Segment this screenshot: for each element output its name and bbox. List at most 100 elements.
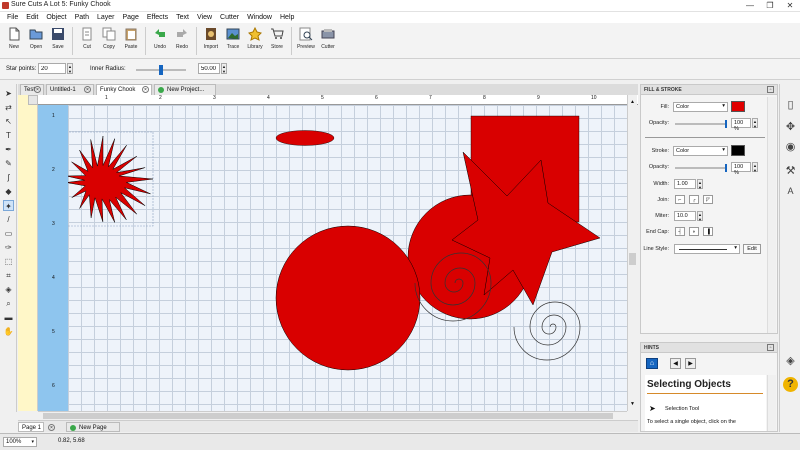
cap-square-icon[interactable]: ▐ bbox=[703, 227, 713, 236]
join-miter-icon[interactable]: ⌐ bbox=[675, 195, 685, 204]
tab-test[interactable]: Test × bbox=[20, 84, 44, 95]
store-button[interactable]: Store bbox=[266, 23, 288, 57]
cap-round-icon[interactable]: ◗ bbox=[689, 227, 699, 236]
miter-input[interactable]: 10.0 bbox=[674, 211, 696, 221]
menu-help[interactable]: Help bbox=[276, 12, 298, 23]
close-tab-icon[interactable]: × bbox=[34, 86, 41, 93]
star-tool-icon[interactable]: ✦ bbox=[3, 200, 14, 211]
vertical-scroll-thumb[interactable] bbox=[629, 253, 636, 265]
panel-scrollbar[interactable] bbox=[767, 97, 776, 333]
close-tab-icon[interactable]: × bbox=[142, 86, 149, 93]
close-tab-icon[interactable]: × bbox=[84, 86, 91, 93]
panel-collapse-icon[interactable]: ▫ bbox=[767, 344, 774, 351]
line-style-edit-button[interactable]: Edit bbox=[743, 244, 761, 254]
slider-knob[interactable] bbox=[725, 164, 727, 172]
close-page-icon[interactable]: × bbox=[48, 424, 55, 431]
slider-knob[interactable] bbox=[725, 120, 727, 128]
pencil-tool-icon[interactable]: ✎ bbox=[3, 158, 14, 169]
help-icon[interactable]: ? bbox=[783, 377, 798, 392]
fill-type-select[interactable]: Color ▾ bbox=[673, 102, 728, 112]
stroke-type-select[interactable]: Color ▾ bbox=[673, 146, 728, 156]
stroke-opacity-input[interactable]: 100 % bbox=[731, 162, 751, 176]
scroll-down-icon[interactable]: ▼ bbox=[629, 401, 636, 407]
cut-button[interactable]: Cut bbox=[76, 23, 98, 57]
new-page-tab[interactable]: New Page bbox=[66, 422, 120, 432]
text-style-icon[interactable]: A bbox=[783, 184, 798, 199]
design-canvas[interactable] bbox=[68, 105, 627, 411]
hints-scrollbar[interactable] bbox=[767, 375, 776, 431]
circle-shape-left[interactable] bbox=[275, 225, 421, 371]
redo-button[interactable]: Redo bbox=[171, 23, 193, 57]
zoom-select[interactable]: 100% ▾ bbox=[3, 437, 37, 447]
stroke-opacity-spinner[interactable]: ▲ ▼ bbox=[752, 162, 758, 173]
star-points-spinner[interactable]: ▲ ▼ bbox=[67, 63, 73, 74]
tab-untitled-1[interactable]: Untitled-1 × bbox=[46, 84, 94, 95]
zoom-tool-icon[interactable]: ⌕ bbox=[3, 298, 14, 309]
wrench-icon[interactable]: ⚒ bbox=[783, 164, 798, 179]
inner-radius-slider-knob[interactable] bbox=[159, 65, 163, 75]
select-tool-icon[interactable]: ➤ bbox=[3, 88, 14, 99]
menu-text[interactable]: Text bbox=[172, 12, 193, 23]
cap-butt-icon[interactable]: ┤ bbox=[675, 227, 685, 236]
minimize-button[interactable]: — bbox=[740, 0, 760, 12]
shape-tool-icon[interactable]: ▭ bbox=[3, 228, 14, 239]
new-button[interactable]: New bbox=[3, 23, 25, 57]
fill-opacity-spinner[interactable]: ▲ ▼ bbox=[752, 118, 758, 129]
scroll-up-icon[interactable]: ▲ bbox=[629, 99, 636, 105]
cutter-button[interactable]: Cutter bbox=[317, 23, 339, 57]
subselect-tool-icon[interactable]: ↖ bbox=[3, 116, 14, 127]
forward-arrow-icon[interactable]: ▶ bbox=[685, 358, 696, 369]
pen-tool-icon[interactable]: ✒ bbox=[3, 144, 14, 155]
close-button[interactable]: ✕ bbox=[780, 0, 800, 12]
stroke-color-swatch[interactable] bbox=[731, 145, 745, 156]
measure-tool-icon[interactable]: ▬ bbox=[3, 312, 14, 323]
fill-color-swatch[interactable] bbox=[731, 101, 745, 112]
home-icon[interactable]: ⌂ bbox=[646, 358, 658, 369]
horizontal-scroll-thumb[interactable] bbox=[43, 413, 613, 419]
star-points-input[interactable] bbox=[38, 63, 66, 74]
fill-opacity-slider[interactable] bbox=[675, 120, 727, 128]
horizontal-scrollbar[interactable] bbox=[38, 411, 627, 420]
tab-funky-chook[interactable]: Funky Chook × bbox=[96, 84, 152, 95]
menu-page[interactable]: Page bbox=[119, 12, 143, 23]
menu-edit[interactable]: Edit bbox=[22, 12, 42, 23]
stroke-width-input[interactable]: 1.00 bbox=[674, 179, 696, 189]
star-shape[interactable] bbox=[68, 135, 154, 223]
fill-opacity-input[interactable]: 100 % bbox=[731, 118, 751, 132]
stroke-width-spinner[interactable]: ▲ ▼ bbox=[697, 179, 703, 190]
menu-layer[interactable]: Layer bbox=[93, 12, 119, 23]
ellipse-shape[interactable] bbox=[275, 130, 335, 146]
node-edit-tool-icon[interactable]: ⇄ bbox=[3, 102, 14, 113]
eyedropper-tool-icon[interactable]: ✑ bbox=[3, 242, 14, 253]
stroke-opacity-slider[interactable] bbox=[675, 164, 727, 172]
undo-button[interactable]: Undo bbox=[149, 23, 171, 57]
inner-radius-spinner[interactable]: ▲ ▼ bbox=[221, 63, 227, 74]
tab-new-project[interactable]: New Project... bbox=[154, 84, 216, 95]
text-tool-icon[interactable]: T bbox=[3, 130, 14, 141]
join-bevel-icon[interactable]: ◸ bbox=[703, 195, 713, 204]
menu-effects[interactable]: Effects bbox=[143, 12, 172, 23]
weld-tool-icon[interactable]: ◈ bbox=[3, 284, 14, 295]
menu-cutter[interactable]: Cutter bbox=[216, 12, 243, 23]
import-button[interactable]: Import bbox=[200, 23, 222, 57]
crop-tool-icon[interactable]: ⌗ bbox=[3, 270, 14, 281]
line-style-select[interactable]: ▾ bbox=[674, 244, 740, 254]
open-button[interactable]: Open bbox=[25, 23, 47, 57]
join-round-icon[interactable]: ╭ bbox=[689, 195, 699, 204]
brush-tool-icon[interactable]: ʃ bbox=[3, 172, 14, 183]
tab-page-1[interactable]: Page 1 bbox=[18, 422, 44, 432]
move-arrows-icon[interactable]: ✥ bbox=[783, 120, 798, 135]
menu-view[interactable]: View bbox=[193, 12, 216, 23]
maximize-button[interactable]: ❐ bbox=[760, 0, 780, 12]
inner-radius-input[interactable] bbox=[198, 63, 220, 74]
eraser-tool-icon[interactable]: ◆ bbox=[3, 186, 14, 197]
menu-window[interactable]: Window bbox=[243, 12, 276, 23]
copy-button[interactable]: Copy bbox=[98, 23, 120, 57]
hand-tool-icon[interactable]: ✋ bbox=[3, 326, 14, 337]
save-button[interactable]: Save bbox=[47, 23, 69, 57]
vertical-scrollbar[interactable]: ▲ ▼ bbox=[627, 95, 637, 411]
menu-file[interactable]: File bbox=[3, 12, 22, 23]
panel-collapse-icon[interactable]: ▫ bbox=[767, 86, 774, 93]
back-arrow-icon[interactable]: ◀ bbox=[670, 358, 681, 369]
menu-object[interactable]: Object bbox=[42, 12, 70, 23]
